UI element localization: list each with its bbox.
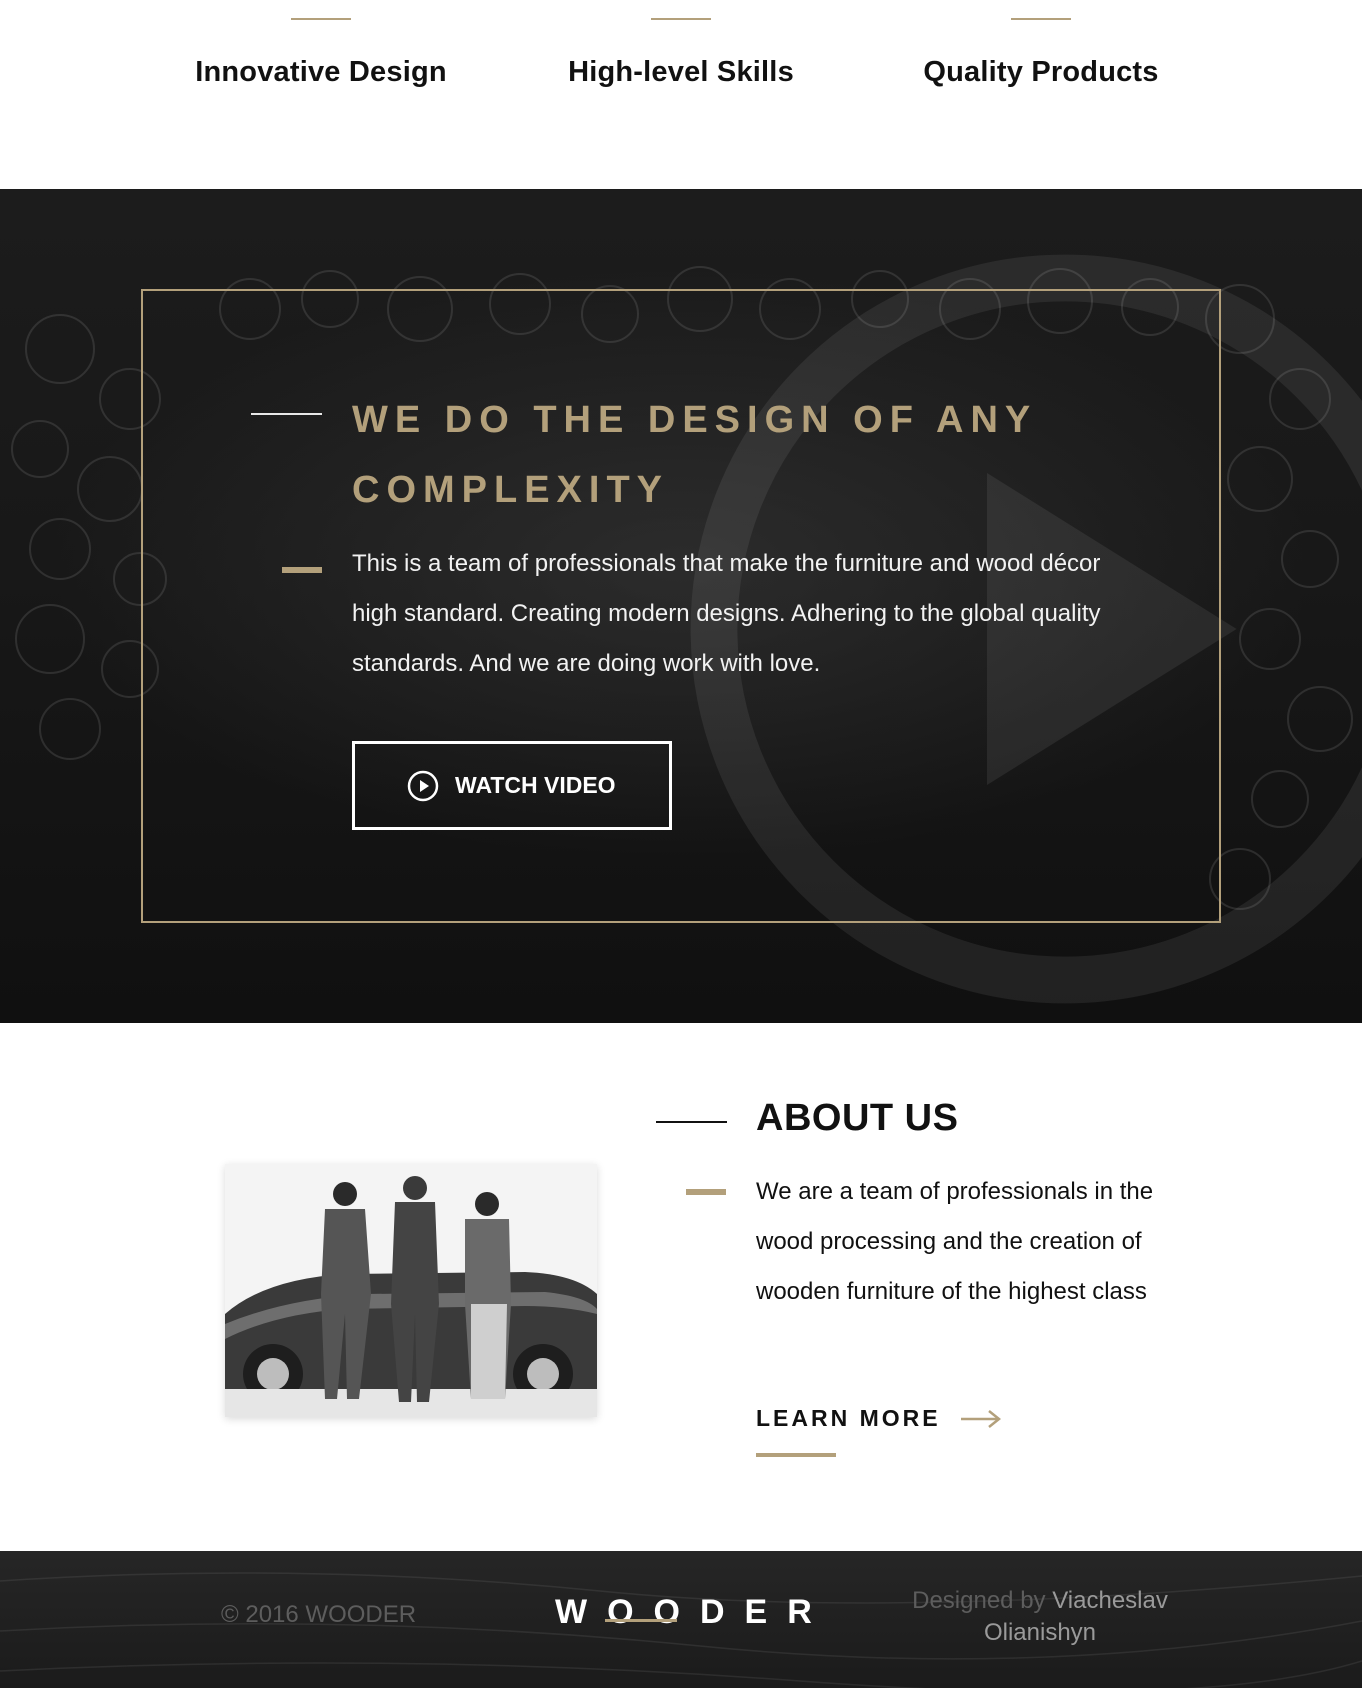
feature-title: Quality Products: [923, 56, 1159, 88]
hero-title-line: [251, 413, 322, 415]
feature-high-level-skills: High-level Skills: [501, 0, 861, 89]
feature-title: High-level Skills: [568, 56, 794, 88]
feature-innovative-design: Innovative Design: [141, 0, 501, 89]
feature-title: Innovative Design: [195, 56, 447, 88]
logo-strike: [605, 1619, 677, 1622]
watch-video-button[interactable]: WATCH VIDEO: [352, 741, 672, 830]
team-photo-image: [225, 1164, 597, 1417]
feature-rule: [1011, 18, 1071, 20]
learn-more-underline: [756, 1453, 836, 1457]
learn-more-link[interactable]: LEARN MORE: [756, 1405, 1003, 1432]
logo-text: WOODER: [555, 1593, 832, 1631]
hero-description: This is a team of professionals that mak…: [352, 550, 1101, 677]
about-title-line: [656, 1121, 727, 1123]
footer: © 2016 WOODER WOODER Designed by Viaches…: [0, 1551, 1362, 1688]
arrow-right-icon: [960, 1409, 1001, 1428]
credit-prefix: Designed by: [912, 1587, 1046, 1614]
watch-video-label: WATCH VIDEO: [455, 772, 616, 798]
about-text-dash: [686, 1189, 726, 1195]
hero-title: WE DO THE DESIGN OF ANY COMPLEXITY: [352, 399, 1037, 511]
play-circle-icon: [407, 770, 439, 801]
about-section: ABOUT US We are a team of professionals …: [0, 1023, 1362, 1551]
about-title: ABOUT US: [756, 1097, 959, 1139]
about-description: We are a team of professionals in the wo…: [756, 1178, 1154, 1305]
hero-text-dash: [282, 567, 322, 573]
learn-more-label: LEARN MORE: [756, 1405, 941, 1431]
copyright-text: © 2016 WOODER: [221, 1601, 417, 1628]
feature-rule: [651, 18, 711, 20]
feature-rule: [291, 18, 351, 20]
feature-quality-products: Quality Products: [861, 0, 1221, 89]
features-section: Innovative Design High-level Skills Qual…: [0, 0, 1362, 189]
hero-section: WE DO THE DESIGN OF ANY COMPLEXITY This …: [0, 189, 1362, 1023]
footer-logo[interactable]: WOODER: [555, 1593, 812, 1643]
about-photo: [225, 1164, 597, 1417]
designer-credit: Designed by Viacheslav Olianishyn: [880, 1585, 1200, 1649]
